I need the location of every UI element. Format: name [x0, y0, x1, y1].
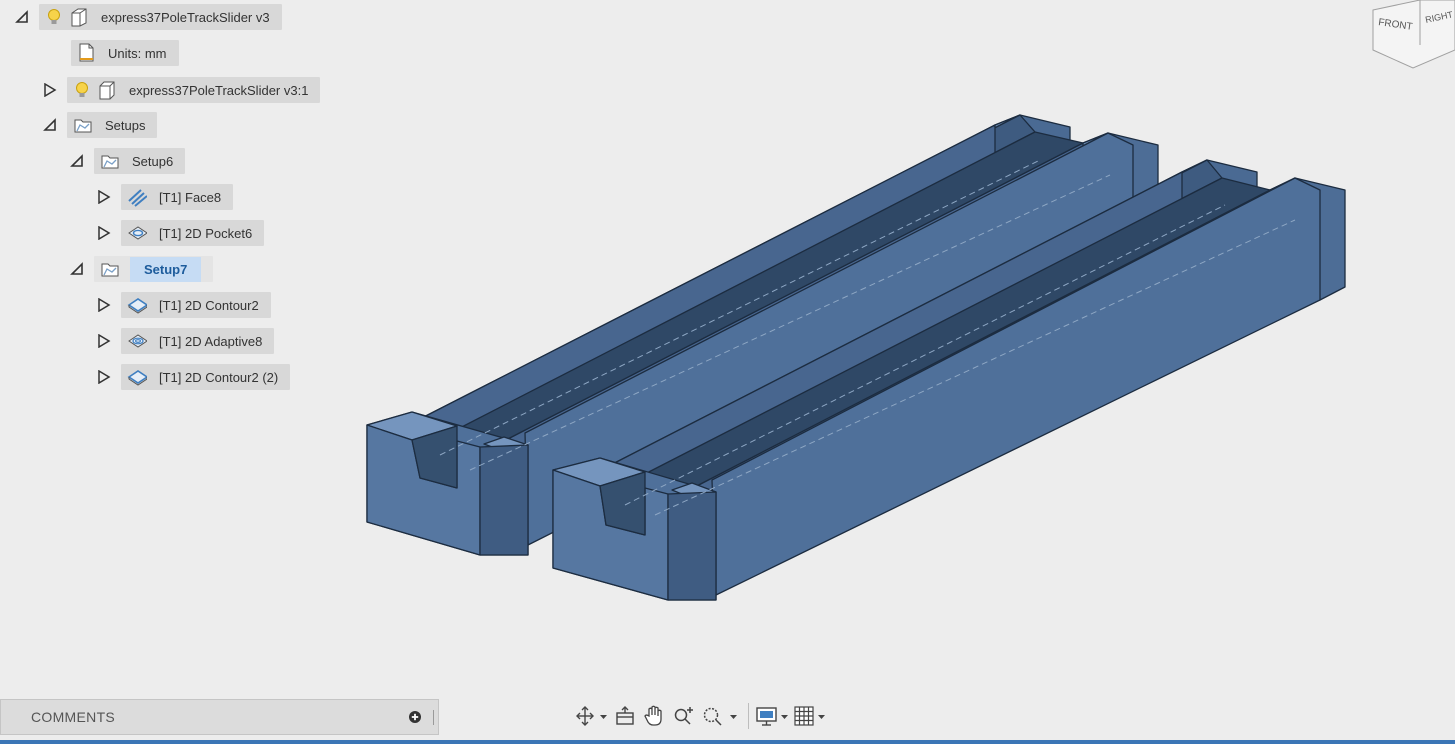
- root-label: express37PoleTrackSlider v3: [101, 9, 270, 25]
- adaptive8-label: [T1] 2D Adaptive8: [159, 333, 263, 349]
- expand-triangle-icon[interactable]: [97, 298, 111, 312]
- comments-panel[interactable]: COMMENTS: [0, 699, 439, 735]
- display-settings-icon[interactable]: [755, 701, 791, 731]
- navigation-toolbar: [574, 699, 894, 733]
- tree-row-body[interactable]: express37PoleTrackSlider v3:1: [43, 77, 321, 103]
- setup-folder-icon: [100, 259, 120, 279]
- setup6-label: Setup6: [132, 153, 174, 169]
- setups-label: Setups: [105, 117, 146, 133]
- adaptive8-chip[interactable]: [T1] 2D Adaptive8: [121, 328, 275, 354]
- contour2-label: [T1] 2D Contour2: [159, 297, 259, 313]
- setup6-chip[interactable]: Setup6: [94, 148, 186, 174]
- face8-label: [T1] Face8: [159, 189, 222, 205]
- visibility-bulb-icon[interactable]: [73, 80, 91, 100]
- root-component-chip[interactable]: express37PoleTrackSlider v3: [39, 4, 282, 30]
- orbit-icon[interactable]: [574, 701, 610, 731]
- zoom-icon[interactable]: [670, 701, 698, 731]
- setup7-label: Setup7: [130, 256, 202, 282]
- document-icon: [76, 43, 96, 63]
- panel-divider: [433, 710, 434, 725]
- setups-chip[interactable]: Setups: [67, 112, 158, 138]
- tree-row-contour2[interactable]: [T1] 2D Contour2: [97, 292, 271, 318]
- adaptive-op-icon: [127, 331, 147, 351]
- expand-triangle-icon[interactable]: [97, 334, 111, 348]
- tree-row-pocket6[interactable]: [T1] 2D Pocket6: [97, 220, 265, 246]
- tree-row-setups[interactable]: Setups: [43, 112, 158, 138]
- pocket6-label: [T1] 2D Pocket6: [159, 225, 253, 241]
- body-label: express37PoleTrackSlider v3:1: [129, 82, 309, 98]
- face8-chip[interactable]: [T1] Face8: [121, 184, 234, 210]
- tree-row-contour2-2[interactable]: [T1] 2D Contour2 (2): [97, 364, 291, 390]
- tree-row-face8[interactable]: [T1] Face8: [97, 184, 234, 210]
- setup-folder-icon: [100, 151, 120, 171]
- tree-row-setup7[interactable]: Setup7: [70, 256, 214, 282]
- pan-icon[interactable]: [640, 701, 668, 731]
- face-op-icon: [127, 187, 147, 207]
- collapse-triangle-icon[interactable]: [70, 262, 84, 276]
- status-accent-bar: [0, 740, 1455, 744]
- tree-row-adaptive8[interactable]: [T1] 2D Adaptive8: [97, 328, 275, 354]
- look-at-icon[interactable]: [612, 701, 638, 731]
- setup7-chip[interactable]: Setup7: [94, 256, 214, 282]
- contour2-chip[interactable]: [T1] 2D Contour2: [121, 292, 271, 318]
- units-label: Units: mm: [108, 45, 167, 61]
- expand-triangle-icon[interactable]: [43, 83, 57, 97]
- contour2-2-chip[interactable]: [T1] 2D Contour2 (2): [121, 364, 291, 390]
- contour2-2-label: [T1] 2D Contour2 (2): [159, 369, 279, 385]
- contour-op-icon: [127, 367, 147, 387]
- comments-label: COMMENTS: [31, 709, 116, 725]
- expand-triangle-icon[interactable]: [97, 190, 111, 204]
- browser-tree: express37PoleTrackSlider v3 Units: mm ex…: [0, 0, 1455, 744]
- tree-row-setup6[interactable]: Setup6: [70, 148, 186, 174]
- pocket-op-icon: [127, 223, 147, 243]
- grid-icon[interactable]: [793, 701, 829, 731]
- contour-op-icon: [127, 295, 147, 315]
- component-icon: [69, 7, 89, 27]
- expand-triangle-icon[interactable]: [97, 226, 111, 240]
- collapse-triangle-icon[interactable]: [70, 154, 84, 168]
- visibility-bulb-icon[interactable]: [45, 7, 63, 27]
- body-chip[interactable]: express37PoleTrackSlider v3:1: [67, 77, 321, 103]
- tree-row-root[interactable]: express37PoleTrackSlider v3: [15, 4, 282, 30]
- units-chip[interactable]: Units: mm: [71, 40, 179, 66]
- add-comment-icon[interactable]: [408, 710, 422, 724]
- setup-folder-icon: [73, 115, 93, 135]
- tree-row-units[interactable]: Units: mm: [71, 40, 179, 66]
- expand-triangle-icon[interactable]: [97, 370, 111, 384]
- body-icon: [97, 80, 117, 100]
- pocket6-chip[interactable]: [T1] 2D Pocket6: [121, 220, 265, 246]
- collapse-triangle-icon[interactable]: [43, 118, 57, 132]
- collapse-triangle-icon[interactable]: [15, 10, 29, 24]
- toolbar-separator: [748, 703, 749, 729]
- zoom-window-icon[interactable]: [700, 701, 740, 731]
